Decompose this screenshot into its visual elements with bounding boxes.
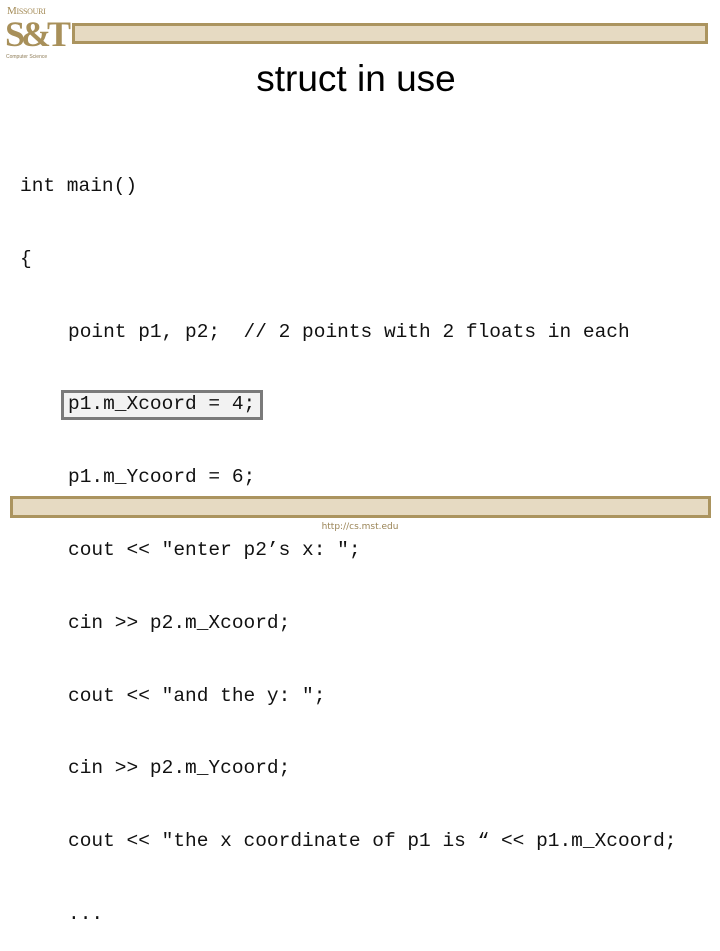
code-line: ... [20, 900, 677, 929]
slide-title: struct in use [256, 58, 456, 99]
code-line-text: { [20, 247, 32, 270]
code-line: point p1, p2; // 2 points with 2 floats … [20, 318, 677, 347]
code-line: cout << "and the y: "; [20, 682, 677, 711]
highlighted-code-box: p1.m_Xcoord = 4; [61, 390, 264, 421]
code-line: cout << "the x coordinate of p1 is “ << … [20, 827, 677, 856]
code-line-text: cout << "the x coordinate of p1 is “ << … [68, 830, 677, 853]
footer-decorative-bar [10, 496, 711, 518]
logo-st-mark: S&T [5, 14, 71, 54]
code-line-text: cin >> p2.m_Ycoord; [68, 757, 291, 780]
code-line: cin >> p2.m_Ycoord; [20, 754, 677, 783]
code-line-text: cout << "enter p2’s x: "; [68, 538, 361, 561]
code-line: { [20, 245, 677, 274]
code-block: int main() { point p1, p2; // 2 points w… [20, 128, 677, 951]
code-line-text: cout << "and the y: "; [68, 684, 326, 707]
footer-url: http://cs.mst.edu [321, 522, 399, 532]
code-line-highlighted: p1.m_Xcoord = 4; [20, 390, 677, 421]
code-line-text: ... [68, 902, 104, 925]
code-line: cin >> p2.m_Xcoord; [20, 609, 677, 638]
code-line: int main() [20, 172, 677, 201]
code-line: cout << "enter p2’s x: "; [20, 536, 677, 565]
header-decorative-bar [72, 23, 708, 44]
code-line: p1.m_Ycoord = 6; [20, 463, 677, 492]
university-logo: Missouri S&T Computer Science [4, 4, 71, 64]
code-line-text: cin >> p2.m_Xcoord; [68, 611, 291, 634]
code-line-text: int main() [20, 175, 138, 197]
code-line-text: point p1, p2; // 2 points with 2 floats … [68, 320, 630, 343]
code-line-text: p1.m_Ycoord = 6; [68, 466, 256, 489]
